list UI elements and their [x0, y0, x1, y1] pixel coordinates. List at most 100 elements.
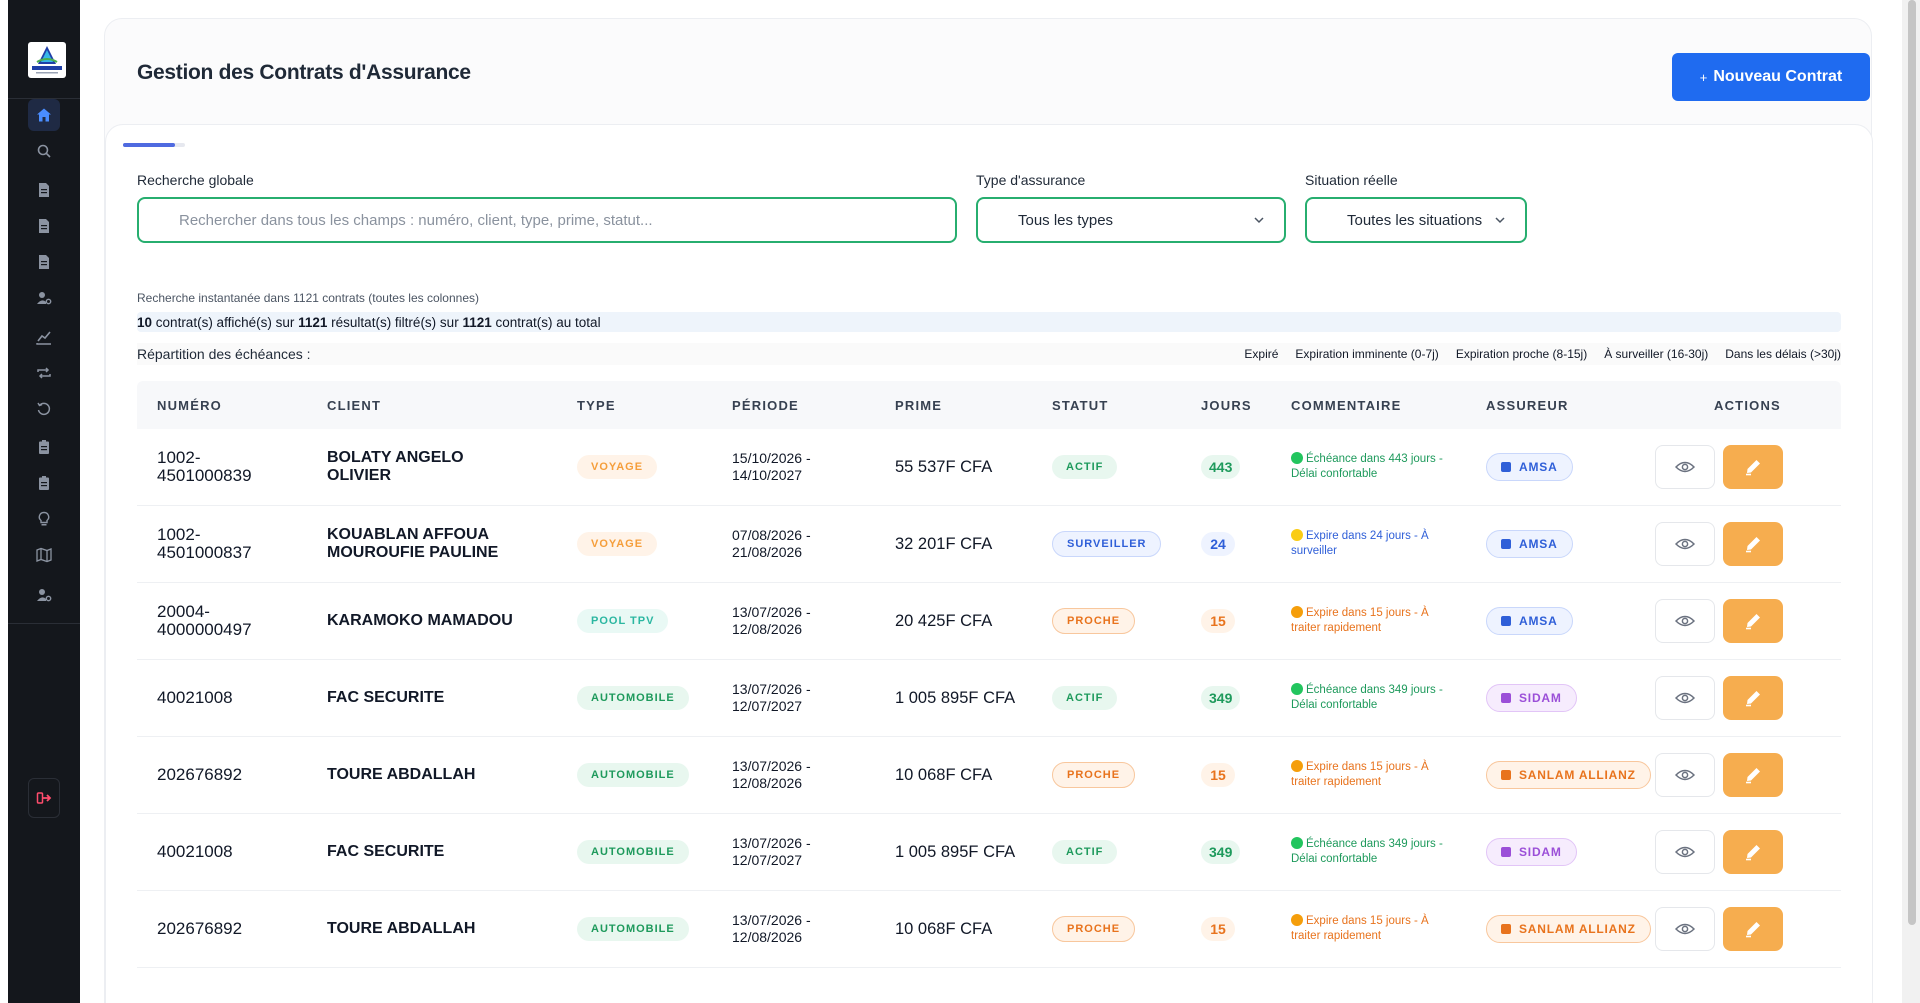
situation-select-value: Toutes les situations — [1347, 211, 1483, 229]
nav-renewals[interactable] — [28, 357, 60, 389]
app-screen: Gestion des Contrats d'Assurance + Nouve… — [0, 0, 1920, 1003]
comment-text: Échéance dans 349 jours - Délai conforta… — [1291, 837, 1461, 867]
insurer-badge: AMSA — [1486, 530, 1573, 558]
displayed-text: contrat(s) affiché(s) sur — [155, 314, 295, 330]
situation-filter-label: Situation réelle — [1305, 172, 1398, 188]
nav-history[interactable] — [28, 393, 60, 425]
legend-item: Expiré — [1244, 347, 1279, 361]
nav-ideas[interactable] — [28, 503, 60, 535]
contract-number: 202676892 — [157, 919, 243, 938]
contract-number: 1002- 4501000839 — [157, 448, 252, 485]
row-actions — [1655, 907, 1783, 951]
view-button[interactable] — [1655, 907, 1715, 951]
eye-icon — [1675, 538, 1695, 550]
contract-number: 20004- 4000000497 — [157, 602, 252, 639]
view-button[interactable] — [1655, 445, 1715, 489]
filtered-text: résultat(s) filtré(s) sur — [331, 314, 459, 330]
pencil-icon — [1746, 537, 1760, 553]
column-header[interactable]: COMMENTAIRE — [1291, 398, 1401, 413]
nav-claims[interactable] — [28, 467, 60, 499]
situation-select[interactable]: Toutes les situations — [1305, 197, 1527, 243]
type-badge: VOYAGE — [577, 455, 658, 479]
nav-map[interactable] — [28, 539, 60, 571]
logout-icon — [36, 792, 52, 804]
edit-button[interactable] — [1723, 522, 1783, 566]
days-badge: 15 — [1201, 917, 1235, 941]
table-row[interactable]: 1002- 4501000837 KOUABLAN AFFOUA MOUROUFI… — [137, 506, 1841, 583]
column-header[interactable]: JOURS — [1201, 398, 1252, 413]
edit-button[interactable] — [1723, 676, 1783, 720]
table-row[interactable]: 202676892 TOURE ABDALLAH AUTOMOBILE 13/07/2… — [137, 737, 1841, 814]
logo-icon — [32, 46, 62, 74]
total-text: contrat(s) au total — [495, 314, 601, 330]
total-count: 1121 — [462, 314, 492, 330]
scrollbar-thumb[interactable] — [1908, 0, 1916, 925]
table-row[interactable]: 202676892 TOURE ABDALLAH AUTOMOBILE 13/07/2… — [137, 891, 1841, 968]
view-button[interactable] — [1655, 522, 1715, 566]
table-row[interactable]: 40021008 FAC SECURITE AUTOMOBILE 13/07/2026… — [137, 814, 1841, 891]
nav-users[interactable] — [28, 282, 60, 314]
scrollbar-track[interactable] — [1902, 0, 1920, 1003]
window-edge — [0, 0, 8, 1003]
column-header[interactable]: ASSUREUR — [1486, 398, 1569, 413]
search-hint: Recherche instantanée dans 1121 contrats… — [137, 291, 479, 305]
cube-icon — [1501, 693, 1511, 703]
nav-contracts[interactable] — [28, 174, 60, 206]
column-header[interactable]: STATUT — [1052, 398, 1109, 413]
table-row[interactable]: 1002- 4501000839 BOLATY ANGELO OLIVIER VOY… — [137, 429, 1841, 506]
column-header[interactable]: NUMÉRO — [157, 398, 222, 413]
main-content: Gestion des Contrats d'Assurance + Nouve… — [80, 0, 1902, 1003]
chevron-down-icon — [1495, 217, 1505, 224]
table-body: 1002- 4501000839 BOLATY ANGELO OLIVIER VOY… — [137, 429, 1841, 968]
logout-button[interactable] — [28, 778, 60, 818]
eye-icon — [1675, 923, 1695, 935]
nav-reports[interactable] — [28, 246, 60, 278]
nav-documents[interactable] — [28, 210, 60, 242]
days-badge: 443 — [1201, 455, 1241, 479]
column-header[interactable]: PRIME — [895, 398, 942, 413]
edit-button[interactable] — [1723, 753, 1783, 797]
status-dot-icon — [1291, 529, 1303, 541]
insurer-name: AMSA — [1519, 537, 1558, 551]
insurer-badge: SANLAM ALLIANZ — [1486, 761, 1651, 789]
edit-button[interactable] — [1723, 445, 1783, 489]
insurer-badge: SIDAM — [1486, 684, 1577, 712]
table-row[interactable]: 20004- 4000000497 KARAMOKO MAMADOU POOL TP… — [137, 583, 1841, 660]
type-badge: POOL TPV — [577, 609, 669, 633]
type-select[interactable]: Tous les types — [976, 197, 1286, 243]
status-badge: ACTIF — [1052, 455, 1118, 479]
insurer-name: SANLAM ALLIANZ — [1519, 922, 1636, 936]
nav-search[interactable] — [28, 135, 60, 167]
view-button[interactable] — [1655, 599, 1715, 643]
column-header[interactable]: PÉRIODE — [732, 398, 799, 413]
legend-item: Expiration imminente (0-7j) — [1295, 347, 1439, 361]
view-button[interactable] — [1655, 830, 1715, 874]
nav-account[interactable] — [28, 579, 60, 611]
table-row[interactable]: 40021008 FAC SECURITE AUTOMOBILE 13/07/2026… — [137, 660, 1841, 737]
column-header[interactable]: TYPE — [577, 398, 616, 413]
nav-home[interactable] — [28, 99, 60, 131]
nav-statistics[interactable] — [28, 321, 60, 353]
type-badge: AUTOMOBILE — [577, 840, 689, 864]
contract-number: 40021008 — [157, 688, 233, 707]
client-name: BOLATY ANGELO OLIVIER — [327, 449, 464, 484]
user-gear-icon — [37, 292, 52, 305]
search-icon — [37, 144, 51, 158]
view-button[interactable] — [1655, 676, 1715, 720]
nav-tasks[interactable] — [28, 431, 60, 463]
view-button[interactable] — [1655, 753, 1715, 797]
distribution-label: Répartition des échéances : — [137, 346, 311, 362]
search-input[interactable]: Rechercher dans tous les champs : numéro… — [137, 197, 957, 243]
new-contract-button[interactable]: + Nouveau Contrat — [1672, 53, 1870, 101]
insurer-name: SIDAM — [1519, 691, 1562, 705]
edit-button[interactable] — [1723, 830, 1783, 874]
row-actions — [1655, 676, 1783, 720]
edit-button[interactable] — [1723, 907, 1783, 951]
contract-number: 40021008 — [157, 842, 233, 861]
app-logo[interactable] — [28, 42, 66, 78]
edit-button[interactable] — [1723, 599, 1783, 643]
contract-period: 07/08/2026 - 21/08/2026 — [732, 527, 811, 560]
status-badge: SURVEILLER — [1052, 531, 1162, 557]
type-badge: VOYAGE — [577, 532, 658, 556]
column-header[interactable]: CLIENT — [327, 398, 381, 413]
